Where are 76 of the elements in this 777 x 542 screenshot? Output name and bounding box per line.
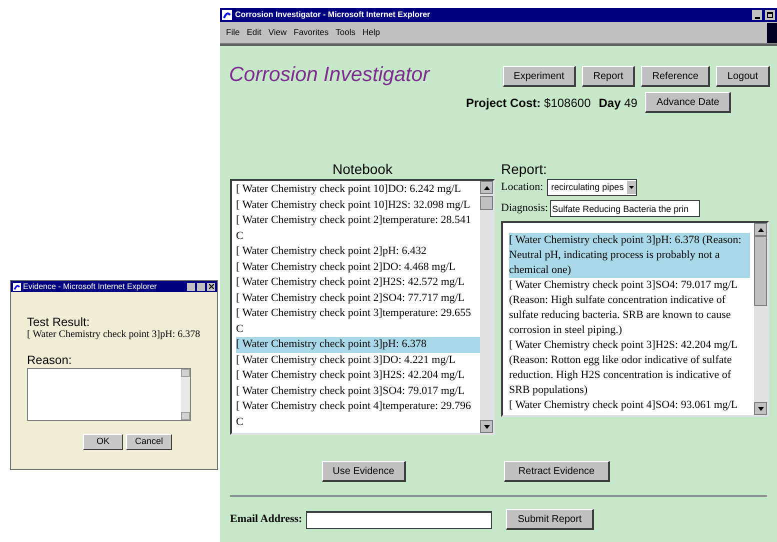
up-arrow-icon	[758, 228, 764, 232]
project-cost-label: Project Cost:	[466, 96, 541, 110]
nav-button[interactable]: Reference	[641, 66, 710, 87]
test-result-text: [ Water Chemistry check point 3]pH: 6.378	[27, 329, 202, 341]
notebook-list[interactable]	[230, 179, 495, 435]
notebook-entry[interactable]: [ Water Chemistry check point 4]temperature: 29.796 C	[236, 399, 480, 430]
minimize-button[interactable]	[752, 10, 762, 20]
notebook-entry[interactable]: [ Water Chemistry check point 2]DO: 4.468 mg/L	[236, 260, 480, 275]
notebook-title: Notebook	[332, 161, 392, 177]
scrollbar[interactable]	[480, 181, 493, 433]
menu-item[interactable]: View	[268, 26, 287, 39]
notebook-entry[interactable]: [ Water Chemistry check point 2]temperature: 28.541 C	[236, 213, 480, 244]
report-entry[interactable]: [ Water Chemistry check point 3]pH: 6.378 (Reason: Neutral pH, indicating process is probably not a chemical one)	[509, 233, 750, 278]
scrollbar-thumb[interactable]	[480, 196, 493, 210]
nav-button[interactable]: Report	[582, 66, 636, 87]
nav-button[interactable]: Experiment	[502, 66, 576, 87]
maximize-button[interactable]	[765, 10, 775, 20]
notebook-entry[interactable]: [ Water Chemistry check point 3]DO: 4.221 mg/L	[236, 352, 480, 368]
report-list[interactable]	[501, 221, 769, 417]
notebook-entry[interactable]: [ Water Chemistry check point 2]H2S: 42.572 mg/L	[236, 275, 480, 290]
diagnosis-field[interactable]: Sulfate Reducing Bacteria the prin	[550, 200, 700, 217]
report-entry[interactable]: [ Water Chemistry check point 3]H2S: 42.204 mg/L (Reason: Rotton egg like odor indicative of sulfate reduction. High H2S concentration is indicative of SRB populations)	[509, 338, 750, 398]
close-button[interactable]	[207, 282, 215, 290]
notebook-entry[interactable]: [ Water Chemistry check point 10]H2S: 32.098 mg/L	[236, 198, 480, 213]
dialog-title: Evidence - Microsoft Internet Explorer	[23, 282, 158, 290]
menu-item[interactable]: Tools	[336, 26, 356, 39]
test-result-label: Test Result:	[27, 316, 91, 329]
app-title: Corrosion Investigator	[229, 62, 432, 88]
scroll-up-button[interactable]	[754, 223, 767, 236]
menu-item[interactable]: Favorites	[294, 26, 329, 39]
report-entry[interactable]: [ Water Chemistry check point 4]SO4: 93.061 mg/L	[509, 398, 750, 413]
notebook-entry[interactable]: [ Water Chemistry check point 3]SO4: 79.017 mg/L	[236, 384, 480, 399]
menu-item[interactable]: Help	[362, 26, 380, 39]
minimize-button[interactable]	[187, 282, 195, 290]
browser-icon	[222, 10, 232, 20]
day-value: 49	[624, 96, 638, 110]
notebook-entry[interactable]: [ Water Chemistry check point 3]temperature: 29.655 C	[236, 306, 480, 337]
retract-evidence-button[interactable]: Retract Evidence	[504, 461, 610, 482]
report-title: Report:	[501, 161, 548, 177]
advance-date-button[interactable]: Advance Date	[645, 92, 732, 113]
notebook-entry[interactable]: [ Water Chemistry check point 10]DO: 6.242 mg/L	[236, 182, 480, 198]
use-evidence-button[interactable]: Use Evidence	[322, 461, 406, 482]
nav-button[interactable]: Logout	[716, 66, 770, 87]
reason-label: Reason:	[27, 354, 73, 367]
up-arrow-icon	[484, 186, 490, 190]
browser-logo-icon	[767, 22, 777, 42]
location-label: Location:	[501, 180, 544, 196]
location-dropdown[interactable]: recirculating pipes	[547, 179, 637, 196]
day-label: Day	[598, 96, 621, 110]
scroll-up-button[interactable]	[480, 181, 493, 194]
menu-item[interactable]: Edit	[246, 26, 262, 39]
dialog-button[interactable]: OK	[83, 434, 123, 450]
browser-icon	[13, 282, 21, 290]
scroll-down-button[interactable]	[480, 420, 493, 433]
scroll-down-button[interactable]	[754, 402, 767, 415]
email-label: Email Address:	[230, 512, 302, 528]
dialog-button[interactable]: Cancel	[126, 434, 172, 450]
project-cost-value: $108600	[544, 96, 591, 110]
scrollbar-thumb[interactable]	[754, 236, 767, 306]
down-arrow-icon	[484, 424, 490, 428]
scrollbar[interactable]	[754, 223, 767, 415]
notebook-entry[interactable]: [ Water Chemistry check point 3]pH: 6.378	[236, 337, 480, 352]
menu-item[interactable]: File	[226, 26, 240, 39]
report-entry[interactable]: [ Water Chemistry check point 3]SO4: 79.017 mg/L (Reason: High sulfate concentration indicative of sulfate reducing bacteria. SRB are known to cause corrosion in steel piping.)	[509, 278, 750, 338]
diagnosis-label: Diagnosis:	[501, 201, 548, 216]
notebook-entry[interactable]: [ Water Chemistry check point 2]pH: 6.432	[236, 244, 480, 260]
window-title: Corrosion Investigator - Microsoft Internet Explorer	[235, 11, 432, 19]
location-value: recirculating pipes	[551, 180, 624, 194]
email-field[interactable]	[306, 510, 492, 528]
down-arrow-icon	[758, 406, 764, 410]
submit-report-button[interactable]: Submit Report	[506, 509, 594, 530]
close-icon	[208, 284, 214, 289]
notebook-entry[interactable]: [ Water Chemistry check point 2]SO4: 77.717 mg/L	[236, 290, 480, 306]
notebook-entry[interactable]: [ Water Chemistry check point 3]H2S: 42.204 mg/L	[236, 368, 480, 384]
dropdown-arrow-icon	[628, 186, 634, 189]
maximize-button[interactable]	[197, 282, 205, 290]
